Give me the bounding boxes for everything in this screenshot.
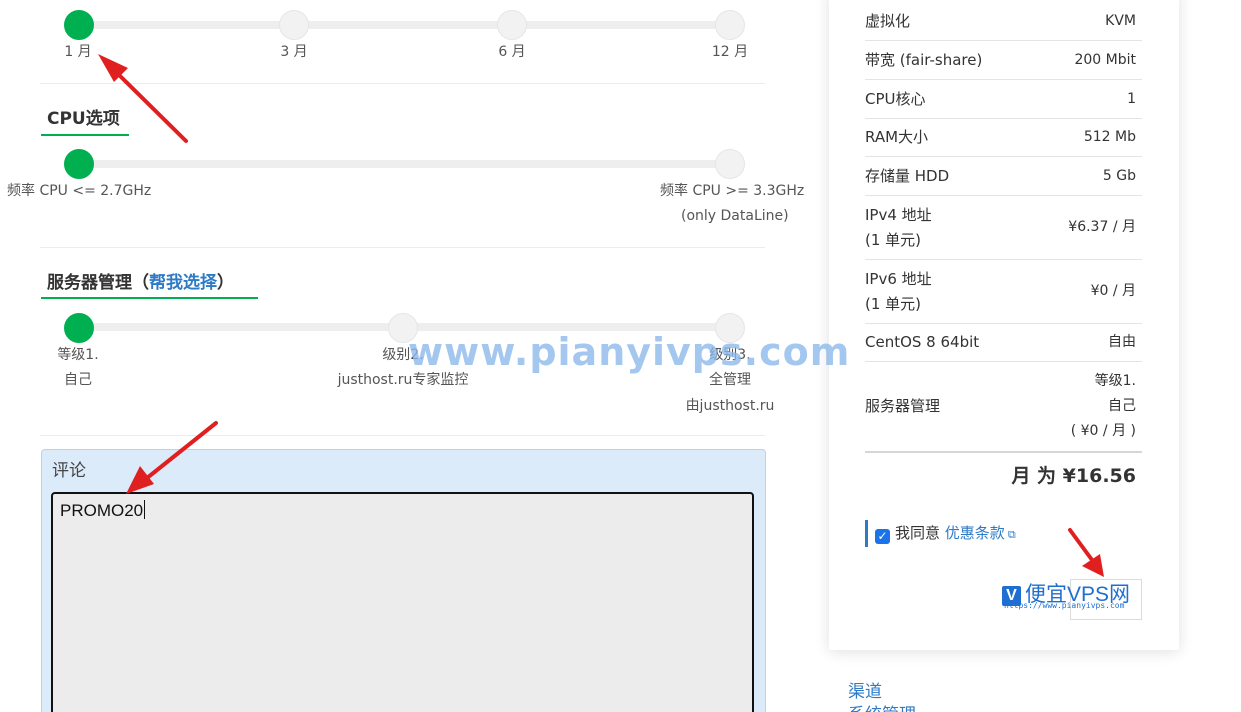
help-me-choose-link[interactable]: 帮我选择 xyxy=(149,273,217,293)
cpu-slider-track[interactable] xyxy=(78,160,730,168)
spec-row-storage: 存储量 HDD 5 Gb xyxy=(865,157,1142,196)
management-level1-line2[interactable]: 自己 xyxy=(38,368,118,392)
divider xyxy=(40,435,765,436)
spec-key: 存储量 HDD xyxy=(865,167,950,185)
comment-panel: 评论 PROMO20 xyxy=(41,449,766,712)
spec-key: 虚拟化 xyxy=(865,12,911,30)
management-slider-knob-level1[interactable] xyxy=(64,313,94,343)
spec-row-os: CentOS 8 64bit 自由 xyxy=(865,324,1142,362)
text-caret xyxy=(144,500,146,519)
spec-value: KVM xyxy=(1105,13,1136,29)
divider xyxy=(40,247,765,248)
spec-key: IPv4 地址 xyxy=(865,206,932,224)
period-slider-knob-6[interactable] xyxy=(497,10,527,40)
sidebar-link-channels[interactable]: 渠道 xyxy=(848,677,882,702)
period-slider-knob-1[interactable] xyxy=(64,10,94,40)
agree-checkbox[interactable]: ✓ xyxy=(875,529,890,544)
spec-value: ¥0 / 月 xyxy=(1090,283,1136,299)
spec-row-management: 服务器管理 等级1. 自己 ( ¥0 / 月 ) xyxy=(865,362,1142,451)
spec-row-ipv6: IPv6 地址 (1 单元) ¥0 / 月 xyxy=(865,260,1142,324)
total-price-row: 月 为 ¥16.56 xyxy=(865,451,1142,491)
external-link-icon[interactable]: ⧉ xyxy=(1008,521,1016,548)
period-slider-knob-3[interactable] xyxy=(279,10,309,40)
spec-value: ¥6.37 / 月 xyxy=(1068,219,1136,235)
sidebar-link-system-management[interactable]: 系统管理 xyxy=(848,700,916,712)
spec-key: RAM大小 xyxy=(865,128,929,146)
period-label-6[interactable]: 6 月 xyxy=(486,40,538,64)
cpu-slider-knob-high[interactable] xyxy=(715,149,745,179)
divider xyxy=(40,83,765,84)
cpu-label-low[interactable]: 频率 CPU <= 2.7GHz xyxy=(7,179,151,203)
cpu-slider-knob-low[interactable] xyxy=(64,149,94,179)
comment-text: PROMO20 xyxy=(60,501,144,520)
terms-link[interactable]: 优惠条款 xyxy=(945,524,1005,542)
management-title-paren-close: ） xyxy=(217,273,234,293)
cpu-title-underline xyxy=(41,134,129,136)
period-slider-track[interactable] xyxy=(78,21,730,29)
cpu-label-high[interactable]: 频率 CPU >= 3.3GHz xyxy=(660,179,804,203)
spec-row-ipv4: IPv4 地址 (1 单元) ¥6.37 / 月 xyxy=(865,196,1142,260)
spec-key: CentOS 8 64bit xyxy=(865,333,980,351)
management-level3-line3[interactable]: 由justhost.ru xyxy=(680,394,780,418)
agree-text: 我同意 xyxy=(895,524,941,542)
period-label-3[interactable]: 3 月 xyxy=(268,40,320,64)
comment-textarea[interactable]: PROMO20 xyxy=(51,492,754,712)
spec-key: CPU核心 xyxy=(865,90,926,108)
spec-value-line2: 自己 xyxy=(1108,398,1136,414)
cpu-section-title: CPU选项 xyxy=(47,109,120,129)
period-label-12[interactable]: 12 月 xyxy=(700,40,760,64)
spec-value: 自由 xyxy=(1108,334,1136,350)
spec-value: 512 Mb xyxy=(1083,129,1136,145)
cpu-label-high-note: (only DataLine) xyxy=(681,208,789,224)
spec-value: 5 Gb xyxy=(1102,168,1136,184)
spec-key-sub: (1 单元) xyxy=(865,231,922,249)
comment-label: 评论 xyxy=(52,461,86,481)
management-title-underline xyxy=(41,297,258,299)
watermark-logo-url: https://www.pianyivps.com xyxy=(1004,601,1125,610)
spec-key-sub: (1 单元) xyxy=(865,295,922,313)
spec-key: 带宽 (fair-share) xyxy=(865,51,983,69)
spec-key: IPv6 地址 xyxy=(865,270,932,288)
total-price: 月 为 ¥16.56 xyxy=(1011,465,1136,487)
management-title-text: 服务器管理 xyxy=(47,273,132,293)
spec-value: 1 xyxy=(1127,91,1136,107)
spec-row-cpu-cores: CPU核心 1 xyxy=(865,80,1142,119)
spec-row-ram: RAM大小 512 Mb xyxy=(865,119,1142,157)
management-title-paren-open: （ xyxy=(132,273,149,293)
period-slider-knob-12[interactable] xyxy=(715,10,745,40)
agree-terms: ✓ 我同意 优惠条款 ⧉ xyxy=(865,520,1016,547)
spec-value: 200 Mbit xyxy=(1074,52,1136,68)
management-level1-line1[interactable]: 等级1. xyxy=(38,343,118,367)
period-label-1[interactable]: 1 月 xyxy=(52,40,104,64)
site-watermark: www.pianyivps.com xyxy=(408,330,851,374)
spec-row-bandwidth: 带宽 (fair-share) 200 Mbit xyxy=(865,41,1142,80)
spec-key: 服务器管理 xyxy=(865,397,941,415)
spec-value-line1: 等级1. xyxy=(1094,373,1136,389)
spec-row-virtualization: 虚拟化 KVM xyxy=(865,2,1142,41)
management-section-title: 服务器管理（帮我选择） xyxy=(47,268,234,293)
spec-value-line3: ( ¥0 / 月 ) xyxy=(1070,423,1136,439)
